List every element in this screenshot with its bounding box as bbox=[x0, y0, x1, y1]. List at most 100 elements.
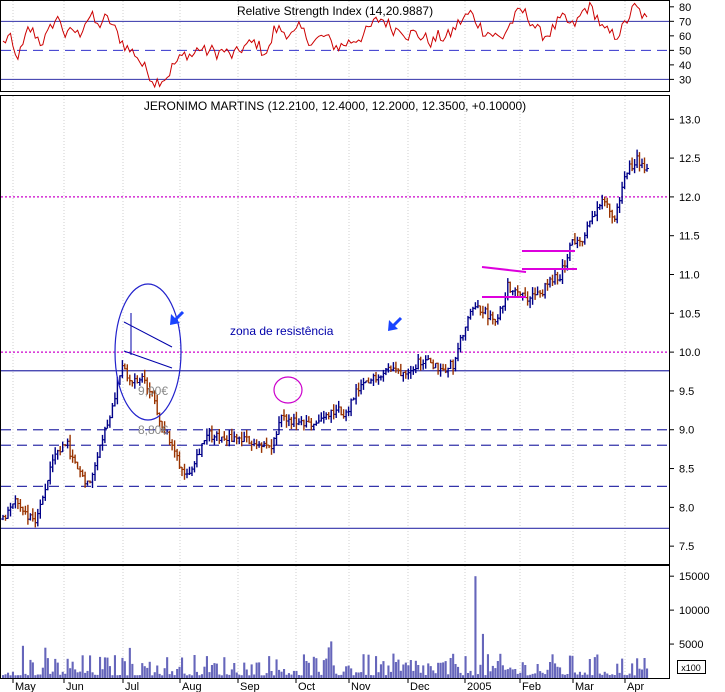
stock-chart: Relative Strength Index (14,20.9887) 30 4… bbox=[0, 0, 710, 692]
volume-bar bbox=[347, 665, 350, 678]
volume-bar bbox=[452, 653, 455, 678]
volume-bar bbox=[213, 663, 216, 678]
volume-bar bbox=[79, 671, 82, 678]
volume-bar bbox=[238, 674, 241, 678]
volume-bar bbox=[484, 675, 487, 678]
volume-bar bbox=[263, 675, 266, 678]
price-tick-label: 8.5 bbox=[679, 464, 694, 476]
volume-bar bbox=[156, 665, 159, 678]
volume-bar bbox=[367, 654, 370, 678]
volume-bar bbox=[529, 674, 532, 678]
rsi-tick-label: 60 bbox=[679, 31, 691, 43]
x-tick-label: Apr bbox=[627, 681, 644, 692]
volume-bar bbox=[499, 653, 502, 678]
rsi-tick-label: 50 bbox=[679, 45, 691, 57]
volume-bar bbox=[447, 674, 450, 678]
price-bars bbox=[1, 149, 649, 528]
volume-bar bbox=[26, 675, 29, 678]
volume-bar bbox=[603, 671, 606, 678]
volume-bar bbox=[198, 675, 201, 678]
volume-bar bbox=[576, 674, 579, 678]
volume-bar bbox=[7, 672, 10, 678]
volume-bar bbox=[71, 661, 74, 678]
volume-axis: 5000 10000 15000 bbox=[669, 571, 710, 651]
volume-bar bbox=[382, 661, 385, 678]
x-tick-label: Jun bbox=[66, 681, 84, 692]
volume-bar bbox=[285, 674, 288, 678]
volume-bar bbox=[586, 674, 589, 678]
volume-bar bbox=[616, 663, 619, 678]
volume-bar bbox=[69, 668, 72, 678]
volume-bar bbox=[24, 673, 27, 678]
volume-bar bbox=[176, 669, 179, 678]
volume-bar bbox=[315, 658, 318, 678]
volume-bar bbox=[11, 671, 14, 678]
volume-bar bbox=[317, 671, 320, 678]
volume-bar bbox=[39, 674, 42, 678]
volume-bar bbox=[193, 655, 196, 678]
volume-bar bbox=[200, 674, 203, 678]
volume-bar bbox=[628, 673, 631, 678]
volume-bar bbox=[556, 666, 559, 678]
volume-bar bbox=[544, 674, 547, 678]
price-axis: 7.5 8.0 8.5 9.0 9.5 10.0 10.5 11.0 11.5 12.0 12.5 1… bbox=[669, 114, 700, 553]
volume-bar bbox=[123, 661, 126, 678]
volume-bar bbox=[108, 666, 111, 678]
volume-bar bbox=[220, 675, 223, 678]
volume-bar bbox=[335, 673, 338, 678]
volume-bar bbox=[46, 658, 49, 678]
volume-bar bbox=[126, 675, 129, 678]
volume-bar bbox=[524, 665, 527, 678]
volume-bar bbox=[81, 655, 84, 678]
volume-bar bbox=[21, 645, 24, 678]
price-tick-label: 10.0 bbox=[679, 347, 700, 359]
price-tick-label: 8.0 bbox=[679, 502, 694, 514]
volume-bar bbox=[302, 654, 305, 678]
volume-bar bbox=[260, 675, 263, 678]
volume-bar bbox=[143, 666, 146, 678]
volume-bar bbox=[392, 653, 395, 678]
volume-bar bbox=[546, 669, 549, 678]
volume-bar bbox=[240, 675, 243, 678]
volume-bar bbox=[389, 671, 392, 678]
volume-bar bbox=[568, 655, 571, 678]
volume-bar bbox=[583, 672, 586, 678]
flag1-upper-line bbox=[481, 266, 527, 273]
volume-bar bbox=[186, 675, 189, 678]
volume-bar bbox=[424, 675, 427, 678]
volume-bar bbox=[270, 671, 273, 678]
volume-bar bbox=[534, 673, 537, 678]
volume-bar bbox=[280, 671, 283, 678]
volume-bar bbox=[337, 675, 340, 678]
volume-bar bbox=[479, 664, 482, 678]
volume-bar bbox=[99, 656, 102, 678]
volume-bar bbox=[578, 671, 581, 678]
volume-bar bbox=[457, 666, 460, 678]
volume-bar bbox=[300, 675, 303, 678]
volume-bar bbox=[409, 660, 412, 678]
x-tick-label: May bbox=[15, 681, 36, 692]
volume-bar bbox=[442, 662, 445, 678]
volume-bar bbox=[131, 663, 134, 678]
volume-bar bbox=[613, 675, 616, 678]
volume-bar bbox=[417, 665, 420, 678]
volume-bar bbox=[41, 667, 44, 678]
rsi-tick-label: 40 bbox=[679, 60, 691, 72]
volume-bar bbox=[278, 669, 281, 678]
volume-bar bbox=[596, 654, 599, 678]
volume-bar bbox=[355, 672, 358, 678]
volume-bar bbox=[223, 657, 226, 678]
volume-bar bbox=[489, 671, 492, 678]
volume-bar bbox=[66, 658, 69, 678]
volume-bar bbox=[94, 674, 97, 678]
arrow-july-icon bbox=[170, 310, 185, 325]
volume-bar bbox=[399, 670, 402, 678]
volume-bar bbox=[44, 647, 47, 678]
october-gap-ellipse bbox=[273, 376, 303, 404]
volume-bar bbox=[106, 657, 109, 678]
volume-bar bbox=[34, 675, 37, 678]
volume-bar bbox=[320, 674, 323, 678]
volume-bar bbox=[531, 673, 534, 678]
volume-bar bbox=[91, 672, 94, 678]
volume-bar bbox=[566, 674, 569, 678]
